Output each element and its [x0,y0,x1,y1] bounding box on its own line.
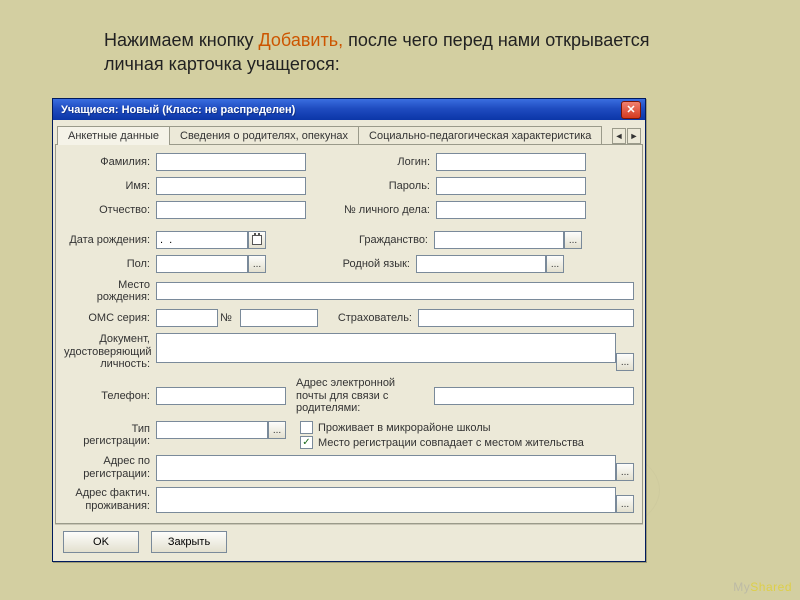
label-birthplace: Место рождения: [64,279,156,303]
slide-text-before: Нажимаем кнопку [104,30,259,50]
label-id-doc: Документ, удостоверяющий личность: [64,333,156,371]
watermark: MyShared [733,580,792,594]
checkbox-microdistrict[interactable] [300,421,313,434]
native-lang-input[interactable] [416,255,546,273]
slide-text-highlight: Добавить, [259,30,344,50]
name-input[interactable] [156,177,306,195]
label-sex: Пол: [64,258,156,270]
reg-addr-picker-button[interactable]: ... [616,463,634,481]
tab-strip: Анкетные данные Сведения о родителях, оп… [55,122,643,144]
label-insurer: Страхователь: [318,312,418,324]
id-doc-picker-button[interactable]: ... [616,353,634,371]
label-file-no: № личного дела: [306,204,436,216]
dob-input[interactable] [156,231,248,249]
citizenship-picker-button[interactable]: ... [564,231,582,249]
label-native-lang: Родной язык: [266,258,416,270]
oms-no-input[interactable] [240,309,318,327]
live-addr-input[interactable] [156,487,616,513]
oms-series-input[interactable] [156,309,218,327]
tab-parents-info[interactable]: Сведения о родителях, опекунах [169,126,359,145]
native-lang-picker-button[interactable]: ... [546,255,564,273]
label-login: Логин: [306,156,436,168]
close-button[interactable]: Закрыть [151,531,227,553]
surname-input[interactable] [156,153,306,171]
titlebar: Учащиеся: Новый (Класс: не распределен) … [53,99,645,120]
insurer-input[interactable] [418,309,634,327]
label-email-note: Адрес электронной почты для связи с роди… [286,377,434,415]
form-area: Фамилия: Логин: Имя: Пароль: Отчество: №… [55,144,643,524]
calendar-icon[interactable] [248,231,266,249]
parent-email-input[interactable] [434,387,634,405]
label-citizenship: Гражданство: [266,234,434,246]
label-phone: Телефон: [64,390,156,402]
id-doc-input[interactable] [156,333,616,363]
label-oms-series: ОМС серия: [64,312,156,324]
label-name: Имя: [64,180,156,192]
patronymic-input[interactable] [156,201,306,219]
label-surname: Фамилия: [64,156,156,168]
label-reg-addr: Адрес по регистрации: [64,455,156,480]
birthplace-input[interactable] [156,282,634,300]
reg-type-input[interactable] [156,421,268,439]
label-oms-no: № [218,312,240,324]
citizenship-input[interactable] [434,231,564,249]
login-input[interactable] [436,153,586,171]
tab-personal-data[interactable]: Анкетные данные [57,126,170,145]
close-icon[interactable]: ✕ [621,101,641,119]
label-reg-type: Тип регистрации: [64,421,156,447]
label-live-addr: Адрес фактич. проживания: [64,487,156,512]
slide-instruction: Нажимаем кнопку Добавить, после чего пер… [104,28,704,77]
tab-scroll-left-icon[interactable]: ◄ [612,128,626,144]
phone-input[interactable] [156,387,286,405]
checkbox-address-match[interactable]: ✓ [300,436,313,449]
window-title: Учащиеся: Новый (Класс: не распределен) [61,104,621,116]
tab-scroll-right-icon[interactable]: ► [627,128,641,144]
file-no-input[interactable] [436,201,586,219]
reg-type-picker-button[interactable]: ... [268,421,286,439]
label-patronymic: Отчество: [64,204,156,216]
label-dob: Дата рождения: [64,234,156,246]
ok-button[interactable]: OK [63,531,139,553]
tab-scroll: ◄ ► [612,128,643,144]
checkbox-microdistrict-label: Проживает в микрорайоне школы [318,422,491,434]
tab-social-pedagogic[interactable]: Социально-педагогическая характеристика [358,126,602,145]
password-input[interactable] [436,177,586,195]
reg-addr-input[interactable] [156,455,616,481]
checkbox-address-match-label: Место регистрации совпадает с местом жит… [318,437,584,449]
dialog-window: Учащиеся: Новый (Класс: не распределен) … [52,98,646,562]
dialog-footer: OK Закрыть [55,524,643,559]
sex-input[interactable] [156,255,248,273]
client-area: Анкетные данные Сведения о родителях, оп… [53,120,645,561]
sex-picker-button[interactable]: ... [248,255,266,273]
label-password: Пароль: [306,180,436,192]
live-addr-picker-button[interactable]: ... [616,495,634,513]
